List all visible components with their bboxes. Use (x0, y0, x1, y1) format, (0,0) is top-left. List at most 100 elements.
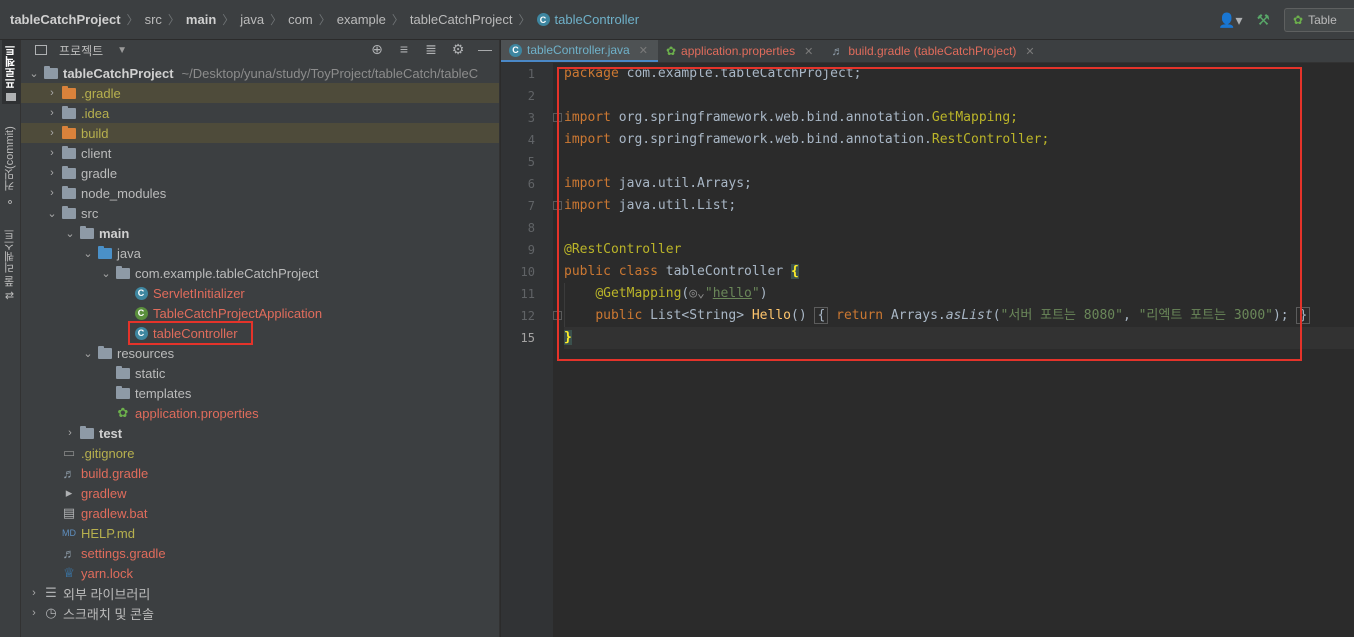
chevron-down-icon[interactable]: ⌄ (25, 67, 43, 80)
tree-item[interactable]: ♕ yarn.lock (21, 563, 499, 583)
close-icon[interactable]: ✕ (639, 44, 648, 57)
pull-requests-tool-tab[interactable]: ⇅ 풀 리퀘스트 (2, 229, 18, 300)
chevron-right-icon[interactable]: › (25, 607, 43, 619)
breadcrumb-java[interactable]: java (240, 12, 264, 27)
folder-icon (61, 165, 77, 180)
breadcrumb-project[interactable]: tableCatchProject (10, 12, 121, 27)
code-line: import org.springframework.web.bind.anno… (564, 129, 1354, 151)
locate-file-icon[interactable]: ⊕ (369, 41, 385, 57)
tree-item[interactable]: ▸ gradlew (21, 483, 499, 503)
tree-item[interactable]: › .idea (21, 103, 499, 123)
chevron-down-icon[interactable]: ⌄ (97, 267, 115, 280)
chevron-down-icon[interactable]: ⌄ (61, 227, 79, 240)
tree-item[interactable]: › gradle (21, 163, 499, 183)
spring-leaf-icon: ✿ (1293, 13, 1304, 27)
close-icon[interactable]: ✕ (1025, 45, 1034, 58)
mapping-path[interactable]: hello (713, 286, 752, 301)
project-tool-tab-label: 프로젝트 (5, 45, 17, 89)
tree-item[interactable]: ⌄ com.example.tableCatchProject (21, 263, 499, 283)
project-tool-tab[interactable]: 프로젝트 (2, 40, 20, 104)
tree-item[interactable]: templates (21, 383, 499, 403)
project-panel-title[interactable]: 프로젝트 (59, 42, 103, 59)
chevron-down-icon[interactable]: ⌄ (79, 247, 97, 260)
tree-item[interactable]: static (21, 363, 499, 383)
tree-item[interactable]: ✿ application.properties (21, 403, 499, 423)
tab-build-gradle[interactable]: ♬ build.gradle (tableCatchProject) ✕ (823, 40, 1044, 62)
fold-marker-icon[interactable] (553, 201, 562, 210)
chevron-down-icon[interactable]: ▼ (117, 45, 127, 56)
package-icon (115, 265, 131, 280)
fold-marker-icon[interactable] (553, 113, 562, 122)
breadcrumb-current-file[interactable]: C tableController (536, 12, 639, 27)
tree-item[interactable]: › node_modules (21, 183, 499, 203)
tree-item[interactable]: ⌄ java (21, 243, 499, 263)
chevron-down-icon[interactable]: ⌄ (43, 207, 61, 220)
tree-item-label: templates (135, 385, 192, 401)
tree-item-selected[interactable]: C tableController (21, 321, 499, 345)
tree-item[interactable]: MD HELP.md (21, 523, 499, 543)
tree-item[interactable]: C TableCatchProjectApplication (21, 303, 499, 323)
code-line: import java.util.Arrays; (564, 173, 1354, 195)
fold-marker-icon[interactable] (553, 311, 562, 320)
chevron-right-icon[interactable]: › (25, 587, 43, 599)
tree-item[interactable]: › .gradle (21, 83, 499, 103)
folded-region[interactable]: } (1296, 307, 1311, 324)
tree-item[interactable]: ⌄ src (21, 203, 499, 223)
run-configuration-selector[interactable]: ✿ Table (1284, 8, 1354, 32)
tree-item-root[interactable]: ⌄ tableCatchProject ~/Desktop/yuna/study… (21, 63, 499, 83)
breadcrumb-separator: 〉 (126, 13, 139, 27)
tab-application-properties[interactable]: ✿ application.properties ✕ (658, 40, 823, 62)
breadcrumb-separator: 〉 (318, 13, 331, 27)
tree-item[interactable]: › ◷ 스크래치 및 콘솔 (21, 603, 499, 623)
user-icon[interactable]: 👤▾ (1218, 12, 1242, 29)
hide-panel-icon[interactable]: — (477, 41, 493, 57)
breadcrumb-package[interactable]: tableCatchProject (410, 12, 513, 27)
tree-item[interactable]: › build (21, 123, 499, 143)
chevron-right-icon[interactable]: › (43, 147, 61, 159)
line-number: 1 (527, 67, 535, 81)
tree-item[interactable]: ⌄ resources (21, 343, 499, 363)
breadcrumb-com[interactable]: com (288, 12, 313, 27)
chevron-right-icon[interactable]: › (43, 187, 61, 199)
chevron-right-icon[interactable]: › (43, 107, 61, 119)
breadcrumb-separator: 〉 (518, 13, 531, 27)
breadcrumb-main[interactable]: main (186, 12, 216, 27)
gear-icon[interactable]: ⚙ (450, 41, 466, 57)
chevron-right-icon[interactable]: › (43, 167, 61, 179)
tree-item-label: com.example.tableCatchProject (135, 265, 319, 281)
tree-item-label: settings.gradle (81, 545, 166, 561)
code-area[interactable]: package com.example.tableCatchProject; i… (564, 63, 1354, 349)
tree-item[interactable]: ▭ .gitignore (21, 443, 499, 463)
tree-item-label: 스크래치 및 콘솔 (63, 606, 154, 622)
url-inlay-icon[interactable]: ◎⌄ (689, 286, 705, 301)
line-number: 15 (520, 331, 535, 345)
breadcrumb-example[interactable]: example (337, 12, 386, 27)
chevron-right-icon[interactable]: › (61, 427, 79, 439)
build-hammer-icon[interactable]: ⚒ (1257, 11, 1270, 29)
chevron-right-icon[interactable]: › (43, 87, 61, 99)
chevron-down-icon[interactable]: ⌄ (79, 347, 97, 360)
tree-item[interactable]: › test (21, 423, 499, 443)
commit-tool-tab[interactable]: ⚬ 커밋(commit) (2, 124, 18, 208)
expand-all-icon[interactable]: ≡ (396, 41, 412, 57)
code-text: com.example.tableCatchProject; (618, 66, 862, 81)
collapse-all-icon[interactable]: ≣ (423, 41, 439, 57)
breadcrumb-src[interactable]: src (145, 12, 162, 27)
tree-item[interactable]: › client (21, 143, 499, 163)
source-folder-icon (97, 245, 113, 260)
tree-item[interactable]: ♬ settings.gradle (21, 543, 499, 563)
source-root-folder-icon (79, 225, 95, 240)
annotation: @RestController (564, 242, 682, 257)
tree-item[interactable]: › ☰ 외부 라이브러리 (21, 583, 499, 603)
close-icon[interactable]: ✕ (804, 45, 813, 58)
java-class-icon: C (133, 286, 149, 300)
tree-item[interactable]: ▤ gradlew.bat (21, 503, 499, 523)
folded-region[interactable]: { (814, 307, 829, 324)
project-tree: ⌄ tableCatchProject ~/Desktop/yuna/study… (21, 63, 499, 623)
tree-item[interactable]: C ServletInitializer (21, 283, 499, 303)
tab-tablecontroller-java[interactable]: C tableController.java ✕ (501, 40, 658, 62)
chevron-right-icon[interactable]: › (43, 127, 61, 139)
tree-item[interactable]: ♬ build.gradle (21, 463, 499, 483)
tree-item[interactable]: ⌄ main (21, 223, 499, 243)
line-number: 4 (527, 133, 535, 147)
